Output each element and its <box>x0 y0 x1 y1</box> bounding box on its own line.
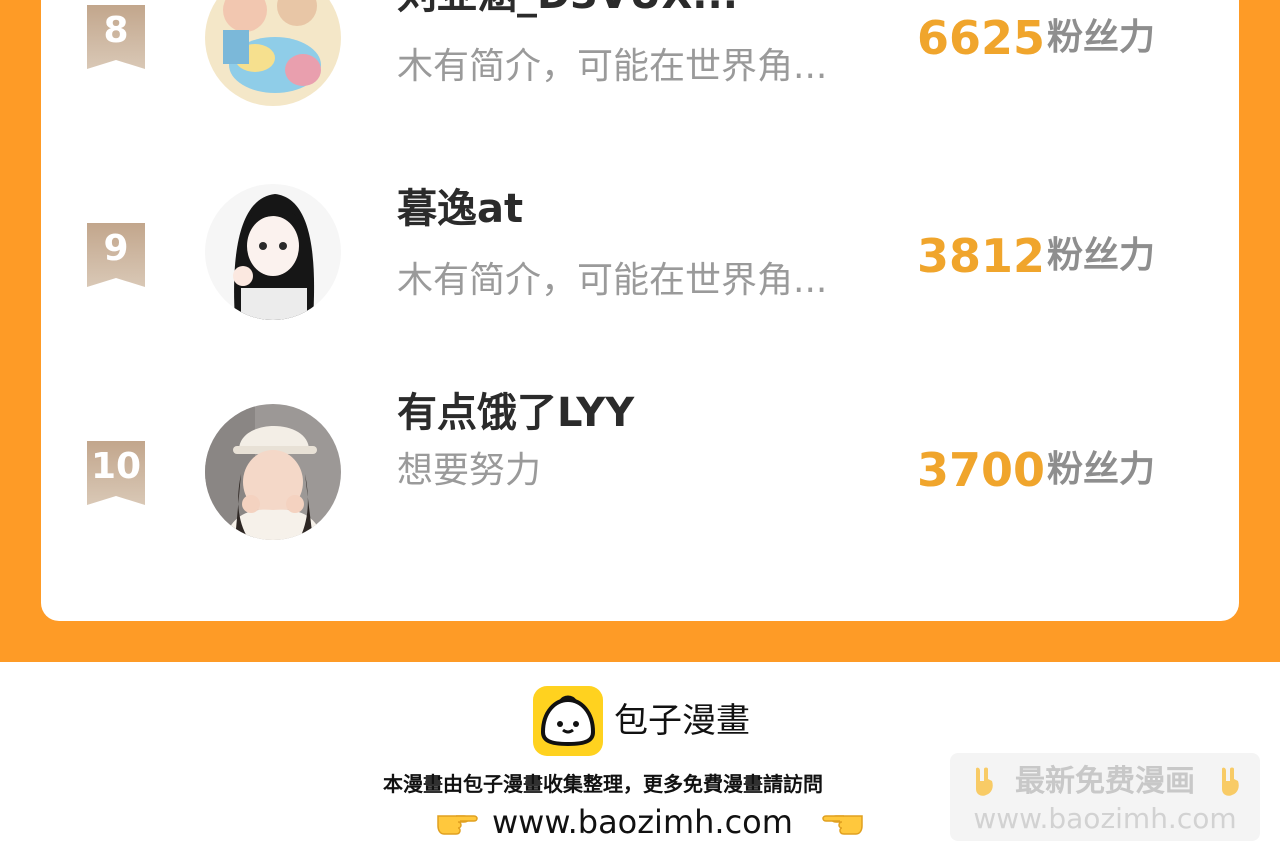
fan-score: 3700 <box>917 443 1046 497</box>
ranking-row[interactable]: 8 刘亚涵_D3VUX... 木有简介，可能在世界角... 6625 粉丝力 <box>41 0 1239 130</box>
avatar[interactable] <box>205 404 341 540</box>
fan-score-unit: 粉丝力 <box>1047 235 1156 276</box>
user-bio: 想要努力 <box>397 450 542 491</box>
fan-score-unit: 粉丝力 <box>1047 17 1156 58</box>
rank-badge: 8 <box>85 5 147 71</box>
footer-notice: 本漫畫由包子漫畫收集整理，更多免費漫畫請訪問 <box>383 772 823 796</box>
brand-name[interactable]: 包子漫畫 <box>614 698 750 744</box>
pointing-right-hand-icon <box>437 815 478 835</box>
user-name[interactable]: 暮逸at <box>397 184 523 234</box>
user-bio: 木有简介，可能在世界角... <box>397 46 828 87</box>
fan-score: 3812 <box>917 229 1046 283</box>
rank-badge: 9 <box>85 223 147 289</box>
user-name[interactable]: 有点饿了LYY <box>397 388 634 438</box>
baozi-logo-icon[interactable] <box>533 686 603 756</box>
rank-number: 8 <box>103 10 129 51</box>
site-url[interactable]: www.baozimh.com <box>492 800 793 844</box>
avatar[interactable] <box>205 0 341 106</box>
ranking-card: 8 刘亚涵_D3VUX... 木有简介，可能在世界角... 6625 粉丝力 <box>41 0 1239 621</box>
user-name[interactable]: 刘亚涵_D3VUX... <box>397 0 738 20</box>
fan-score: 6625 <box>917 11 1046 65</box>
rank-badge: 10 <box>85 441 147 507</box>
ranking-panel: 8 刘亚涵_D3VUX... 木有简介，可能在世界角... 6625 粉丝力 <box>0 0 1280 662</box>
watermark-url: www.baozimh.com <box>973 802 1237 835</box>
watermark: 最新免费漫画 www.baozimh.com <box>950 753 1260 841</box>
ranking-row[interactable]: 9 暮逸at 木有简介，可能在世界角... 3812 粉丝力 <box>41 184 1239 348</box>
ranking-row[interactable]: 10 有点饿了LYY 想要努力 3700 粉丝力 <box>41 390 1239 566</box>
avatar[interactable] <box>205 184 341 320</box>
fan-score-unit: 粉丝力 <box>1047 449 1156 490</box>
user-bio: 木有简介，可能在世界角... <box>397 260 828 301</box>
pointing-left-hand-icon <box>822 815 863 835</box>
watermark-title: 最新免费漫画 <box>1015 764 1195 799</box>
rank-number: 10 <box>90 446 142 487</box>
rank-number: 9 <box>103 228 129 269</box>
